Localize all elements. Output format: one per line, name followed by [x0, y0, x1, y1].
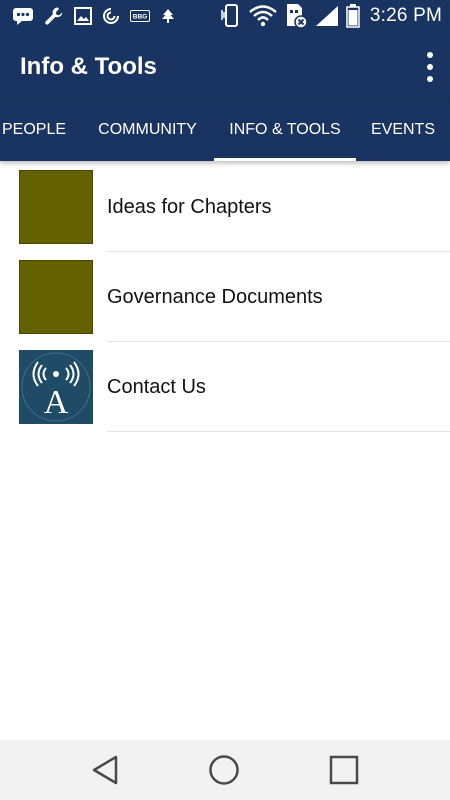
status-time: 3:26 PM	[369, 5, 442, 26]
svg-text:BBG: BBG	[133, 14, 147, 21]
signal-icon	[315, 5, 339, 27]
overflow-menu-icon-dot	[427, 76, 433, 82]
tab-community[interactable]: COMMUNITY	[88, 102, 207, 161]
tab-people[interactable]: PEOPLE	[0, 102, 88, 161]
list-item-contact-us[interactable]: A Contact Us	[0, 341, 450, 432]
svg-text:A: A	[44, 384, 69, 421]
notification-icons: BBG	[12, 0, 176, 32]
page-title: Info & Tools	[20, 53, 157, 80]
system-nav-bar	[0, 740, 450, 800]
selected-tab-indicator	[214, 158, 356, 161]
list-item-ideas-for-chapters[interactable]: Ideas for Chapters	[0, 161, 450, 252]
wifi-icon	[249, 5, 277, 27]
home-icon	[209, 755, 239, 785]
list-item-label: Contact Us	[107, 376, 206, 398]
divider	[107, 431, 450, 432]
tab-info-tools[interactable]: INFO & TOOLS	[214, 102, 356, 161]
list-item-label: Ideas for Chapters	[107, 196, 272, 218]
system-icons: 3:26 PM	[220, 0, 442, 32]
wrench-icon	[44, 6, 64, 26]
chat-icon	[12, 6, 34, 26]
battery-icon	[346, 4, 360, 28]
radio-tower-icon: A	[19, 350, 93, 424]
app-toolbar: Info & Tools	[0, 32, 450, 102]
vibrate-icon	[220, 4, 242, 28]
status-bar: BBG 3:26 PM	[0, 0, 450, 32]
recent-apps-icon	[329, 755, 359, 785]
list-item-label: Governance Documents	[107, 286, 323, 308]
home-button[interactable]	[194, 740, 254, 800]
image-icon	[74, 7, 92, 25]
list-item-thumbnail	[19, 170, 93, 244]
back-button[interactable]	[76, 740, 136, 800]
tab-bar: PEOPLE COMMUNITY INFO & TOOLS EVENTS	[0, 102, 450, 161]
back-icon	[92, 755, 118, 785]
overflow-menu-icon	[427, 52, 433, 58]
bbg-icon: BBG	[130, 10, 150, 22]
list-item-governance-documents[interactable]: Governance Documents	[0, 251, 450, 342]
tab-events[interactable]: EVENTS	[360, 102, 446, 161]
overflow-menu-icon-dot	[427, 64, 433, 70]
sync-icon	[102, 7, 120, 25]
content-list: Ideas for Chapters Governance Documents …	[0, 161, 450, 432]
overflow-menu-button[interactable]	[424, 49, 436, 85]
sim-icon	[284, 3, 308, 29]
tree-icon	[160, 8, 176, 24]
list-item-thumbnail	[19, 260, 93, 334]
recent-apps-button[interactable]	[314, 740, 374, 800]
